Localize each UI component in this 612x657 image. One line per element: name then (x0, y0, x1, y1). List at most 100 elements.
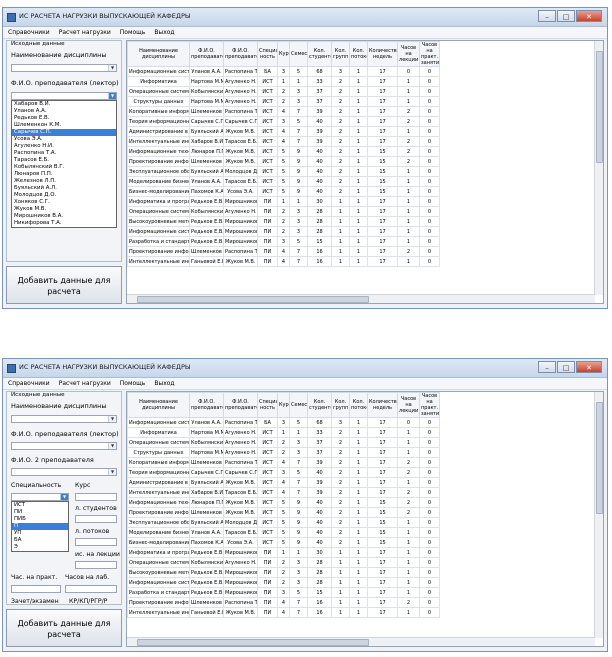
table-cell[interactable]: 5 (277, 176, 290, 187)
table-row[interactable]: ИнформатикаНартова М.М.Агуленко Н.И.ИСТ1… (127, 76, 440, 87)
table-cell[interactable]: 1 (331, 587, 350, 598)
table-cell[interactable]: 1 (349, 587, 368, 598)
table-cell[interactable]: 0 (419, 136, 440, 147)
teacher-option[interactable]: Усова Э.А. (12, 136, 116, 143)
table-cell[interactable]: 9 (289, 497, 308, 508)
table-cell[interactable]: 1 (277, 76, 290, 87)
table-cell[interactable]: 5 (277, 146, 290, 157)
table-cell[interactable]: ИСТ (257, 457, 278, 468)
table-cell[interactable]: 1 (349, 517, 368, 528)
table-cell[interactable]: Мирошников ... (223, 567, 258, 578)
table-cell[interactable]: 7 (289, 246, 308, 257)
table-cell[interactable]: Разработка и стандартизация п... (127, 236, 190, 247)
table-row[interactable]: Интеллектуальные информаци...Хабаров В.И… (127, 136, 440, 147)
table-cell[interactable]: 40 (307, 156, 332, 167)
table-cell[interactable]: 5 (289, 467, 308, 478)
table-cell[interactable]: 37 (307, 96, 332, 107)
table-cell[interactable]: 7 (289, 477, 308, 488)
table-row[interactable]: Интеллектуальные информаци...Хабаров В.И… (127, 487, 440, 498)
table-cell[interactable]: 1 (349, 507, 368, 518)
table-cell[interactable]: 17 (367, 457, 398, 468)
table-cell[interactable]: 2 (331, 126, 350, 137)
table-cell[interactable]: 2 (397, 246, 420, 257)
streams-field[interactable] (75, 538, 117, 546)
table-cell[interactable]: Интеллектуальные информаци... (127, 256, 190, 267)
add-data-button[interactable]: Добавить данные для расчета (6, 266, 122, 304)
table-cell[interactable]: 4 (277, 487, 290, 498)
table-cell[interactable]: 39 (307, 457, 332, 468)
table-cell[interactable]: 28 (307, 216, 332, 227)
table-cell[interactable]: 2 (331, 146, 350, 157)
table-cell[interactable]: Тарасов Е.Б. (223, 527, 258, 538)
table-cell[interactable]: Операционные системы, среды ... (127, 206, 190, 217)
table-cell[interactable]: 2 (331, 116, 350, 127)
column-header[interactable]: Часов на лекции (397, 41, 420, 67)
table-cell[interactable]: 0 (419, 206, 440, 217)
table-cell[interactable]: ИСТ (257, 427, 278, 438)
table-cell[interactable]: Шлеменков К.М. (189, 457, 224, 468)
table-cell[interactable]: 3 (331, 66, 350, 77)
table-cell[interactable]: 0 (419, 156, 440, 167)
table-cell[interactable]: 40 (307, 507, 332, 518)
table-cell[interactable]: ИСТ (257, 146, 278, 157)
table-row[interactable]: Проектирование информационн...Шлеменков … (127, 246, 440, 257)
table-cell[interactable]: 1 (397, 176, 420, 187)
table-cell[interactable]: Информатика (127, 76, 190, 87)
table-cell[interactable]: Мирошников ... (223, 587, 258, 598)
table-cell[interactable]: 1 (349, 166, 368, 177)
teacher-option[interactable]: Никифорова Т.А. (12, 220, 116, 227)
table-cell[interactable]: Высокоуровневые методы инфо... (127, 567, 190, 578)
table-cell[interactable]: 17 (367, 447, 398, 458)
table-cell[interactable]: 1 (397, 527, 420, 538)
table-cell[interactable]: ИСТ (257, 507, 278, 518)
table-row[interactable]: Операционные системы, среды ...Кобылянск… (127, 557, 440, 568)
table-cell[interactable]: Жуков М.В. (223, 126, 258, 137)
add-data-button[interactable]: Добавить данные для расчета (6, 609, 122, 647)
table-cell[interactable]: 7 (289, 457, 308, 468)
table-cell[interactable]: 3 (289, 447, 308, 458)
table-row[interactable]: Бизнес-моделирование Пахомов К.А. Усова Э.… (127, 537, 440, 548)
table-cell[interactable]: ИСТ (257, 487, 278, 498)
horizontal-scrollbar[interactable] (127, 294, 595, 303)
table-cell[interactable]: 40 (307, 186, 332, 197)
column-header[interactable]: Кол. групп (331, 41, 350, 67)
teacher-option[interactable]: Люнаров П.П. (12, 171, 116, 178)
table-cell[interactable]: 2 (331, 176, 350, 187)
table-cell[interactable]: 1 (349, 126, 368, 137)
table-cell[interactable]: 7 (289, 136, 308, 147)
table-cell[interactable]: 68 (307, 66, 332, 77)
table-cell[interactable]: 2 (397, 146, 420, 157)
table-cell[interactable]: 5 (289, 66, 308, 77)
table-cell[interactable]: 1 (349, 216, 368, 227)
table-cell[interactable]: 1 (349, 497, 368, 508)
table-cell[interactable]: Пахомов К.А. (189, 537, 224, 548)
table-cell[interactable]: 1 (277, 547, 290, 558)
table-cell[interactable]: ИСТ (257, 116, 278, 127)
table-cell[interactable]: 2 (397, 106, 420, 117)
table-cell[interactable]: 68 (307, 417, 332, 428)
table-cell[interactable]: 40 (307, 497, 332, 508)
menu-exit[interactable]: Выход (154, 380, 174, 387)
table-cell[interactable]: 40 (307, 176, 332, 187)
teacher-option[interactable]: Хабаров В.И. (12, 101, 116, 108)
table-row[interactable]: Структуры данных Нартова М.М. Агуленко Н. И… (127, 447, 440, 458)
table-cell[interactable]: Агуленко Н.И. (223, 437, 258, 448)
table-cell[interactable]: 17 (367, 577, 398, 588)
table-cell[interactable]: 0 (419, 176, 440, 187)
table-cell[interactable]: 4 (277, 477, 290, 488)
table-cell[interactable]: Распопина Т.А. (223, 246, 258, 257)
table-cell[interactable]: 1 (331, 196, 350, 207)
table-cell[interactable]: 1 (349, 156, 368, 167)
table-cell[interactable]: Информационные технологии (127, 497, 190, 508)
table-cell[interactable]: 4 (277, 597, 290, 608)
table-cell[interactable]: 1 (397, 186, 420, 197)
table-cell[interactable]: 7 (289, 597, 308, 608)
close-button[interactable]: ✕ (576, 10, 602, 22)
menu-references[interactable]: Справочники (8, 29, 50, 36)
table-cell[interactable]: 9 (289, 176, 308, 187)
table-row[interactable]: Интеллектуальные информаци...Ганьевой Е.… (127, 607, 440, 618)
table-cell[interactable]: 1 (349, 116, 368, 127)
table-cell[interactable]: 4 (277, 607, 290, 618)
table-cell[interactable]: 1 (397, 86, 420, 97)
teacher-option[interactable]: Железнов Л.П. (12, 178, 116, 185)
